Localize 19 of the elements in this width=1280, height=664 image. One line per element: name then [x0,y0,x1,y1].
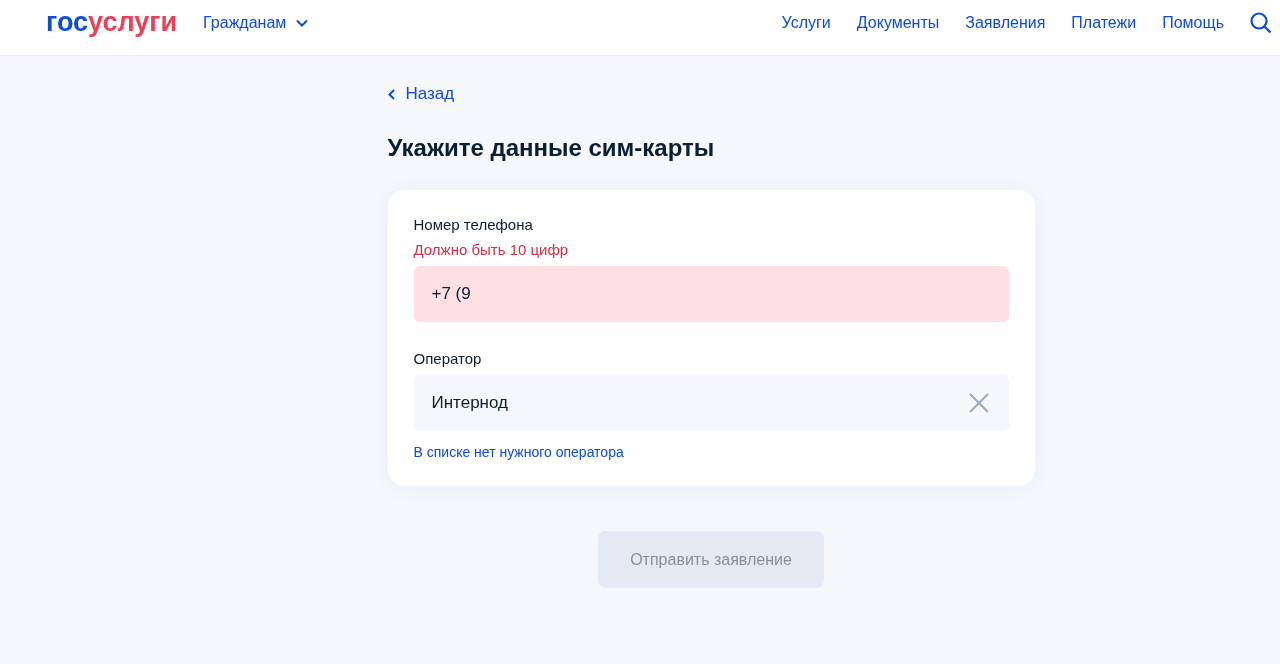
field-label: Оператор [413,350,483,367]
search-icon[interactable] [1250,11,1272,34]
nav-link[interactable]: Заявления [965,13,1046,32]
operator-value: Интернод [431,393,508,413]
nav-link[interactable]: Помощь [1162,13,1224,32]
phone-field[interactable]: +7 (9 [413,266,1009,322]
logo[interactable]: госуслуги [46,7,178,38]
nav-link[interactable]: Платежи [1071,13,1137,32]
error-message: Должно быть 10 цифр [413,241,570,258]
missing-operator-link[interactable]: В списке нет нужного оператора [413,444,1009,460]
field-label: Номер телефона [413,216,534,233]
audience-menu[interactable]: Гражданам [203,13,309,32]
chevron-icon [296,18,309,27]
chevron-left-icon [387,88,395,100]
operator-field[interactable]: Интернод [413,375,1009,431]
back-link[interactable]: Назад [387,84,455,104]
nav-link[interactable]: Документы [856,13,940,32]
page-title: Укажите данные сим-карты [387,134,716,162]
nav-link[interactable]: Услуги [781,13,831,32]
